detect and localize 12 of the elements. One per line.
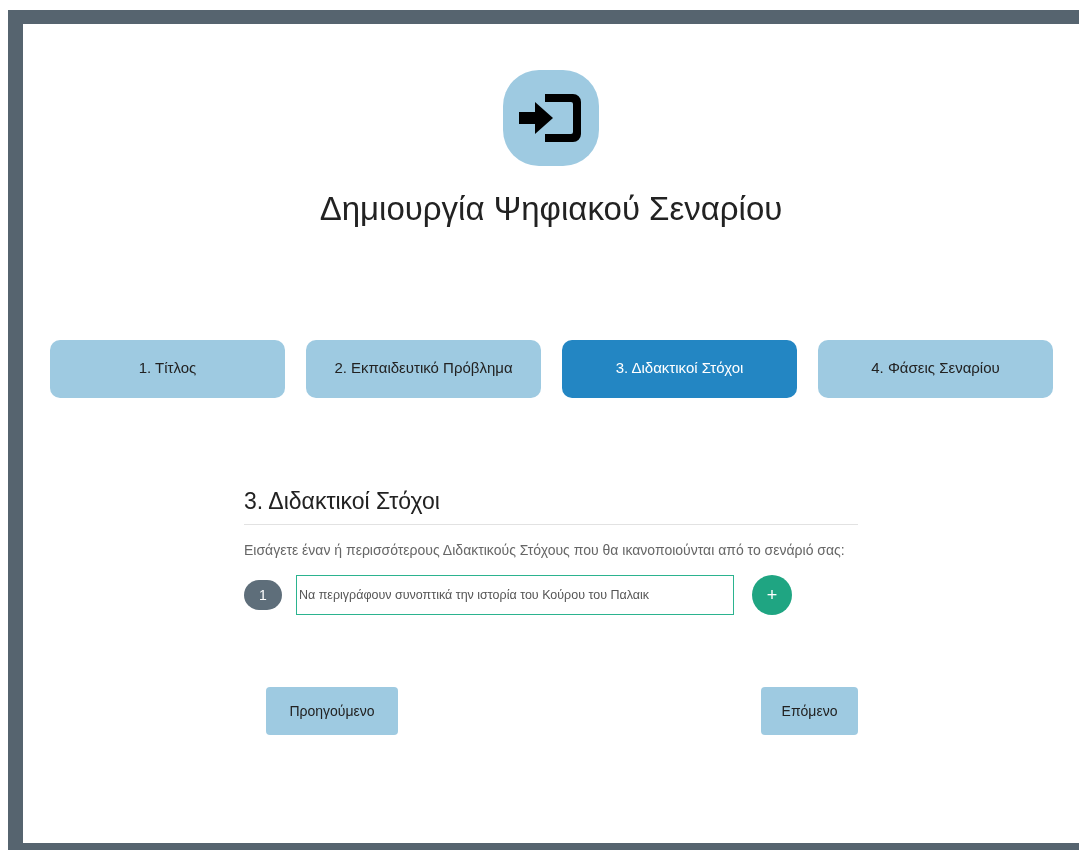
goal-number: 1: [244, 580, 282, 610]
login-icon: [503, 70, 599, 166]
goal-input[interactable]: Να περιγράφουν συνοπτικά την ιστορία του Κούρου του Παλαικ: [296, 575, 734, 615]
step-tab[interactable]: 1. Τίτλος: [50, 339, 285, 398]
next-button[interactable]: Επόμενο: [761, 687, 858, 735]
step-tab[interactable]: 4. Φάσεις Σεναρίου: [818, 339, 1053, 398]
previous-button[interactable]: Προηγούμενο: [266, 687, 398, 735]
step-tab[interactable]: 3. Διδακτικοί Στόχοι: [562, 339, 797, 398]
section-heading: 3. Διδακτικοί Στόχοι: [244, 483, 858, 525]
instructions-text: Εισάγετε έναν ή περισσότερους Διδακτικούς Στόχους που θα ικανοποιούνται από το σενάριό σας:: [244, 541, 846, 560]
page-title: Δημιουργία Ψηφιακού Σεναρίου: [319, 189, 783, 229]
step-tab[interactable]: 2. Εκπαιδευτικό Πρόβλημα: [306, 339, 541, 398]
